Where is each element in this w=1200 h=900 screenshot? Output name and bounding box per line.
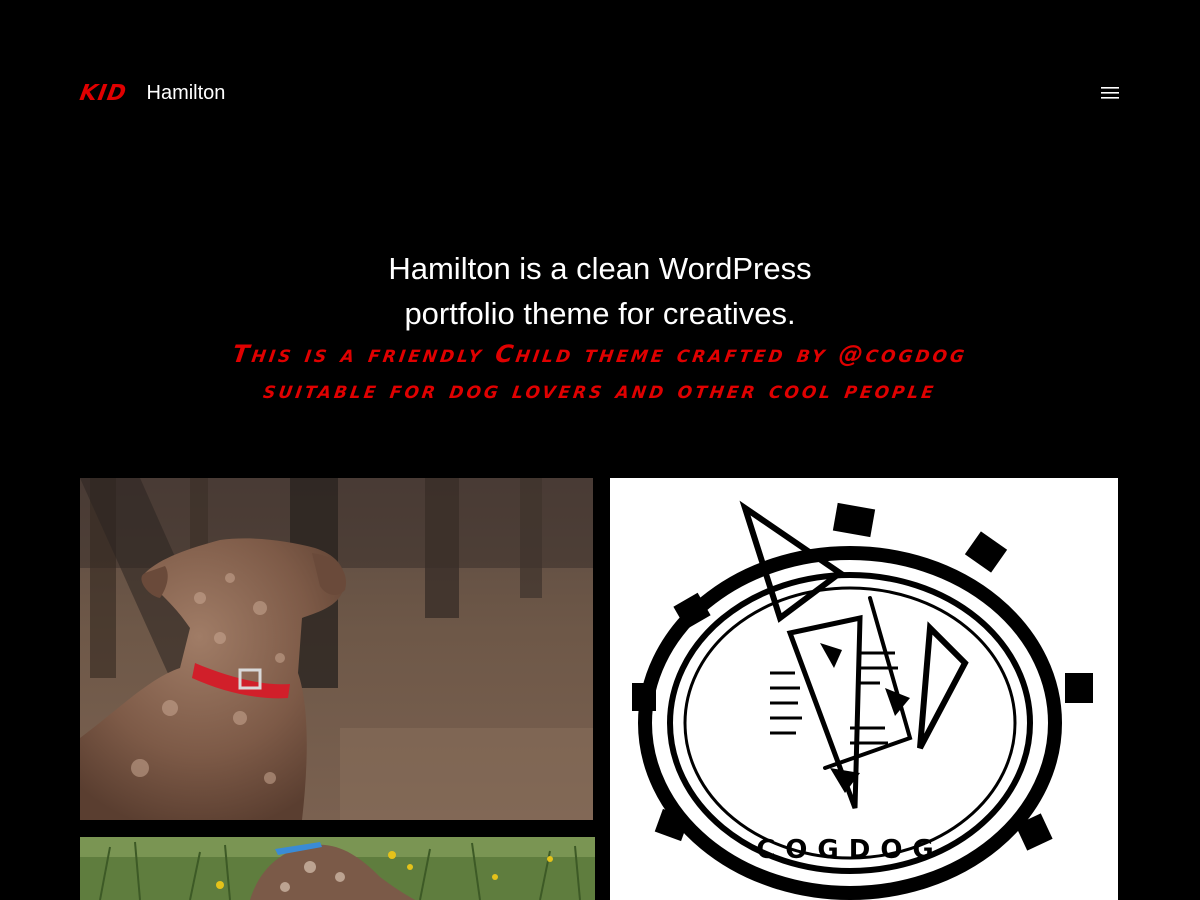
menu-toggle-button[interactable] — [1100, 84, 1120, 102]
cogdog-logo-text: COGDOG — [756, 835, 944, 865]
child-theme-line-1: This is a friendly Child theme crafted b… — [230, 340, 970, 368]
brand: KID Hamilton — [78, 76, 226, 110]
child-theme-line-2: suitable for dog lovers and other cool p… — [261, 376, 939, 404]
site-title[interactable]: Hamilton — [147, 82, 226, 105]
dog-in-forest-photo — [80, 478, 593, 820]
hamburger-menu-icon — [1100, 84, 1120, 102]
hero-tagline-line-2: portfolio theme for creatives. — [404, 296, 796, 331]
portfolio-item-cogdog-logo[interactable]: COGDOG — [610, 478, 1118, 900]
portfolio-item-dog-grass[interactable] — [80, 837, 595, 900]
hero-section: Hamilton is a clean WordPress portfolio … — [0, 246, 1200, 408]
kid-logo[interactable]: KID — [78, 81, 129, 106]
dog-in-grass-photo — [80, 837, 595, 900]
hero-tagline-line-1: Hamilton is a clean WordPress — [388, 251, 812, 286]
site-header: KID Hamilton — [78, 76, 1120, 110]
cogdog-logo-drawing: COGDOG — [610, 478, 1118, 900]
portfolio-item-dog-forest[interactable] — [80, 478, 593, 820]
